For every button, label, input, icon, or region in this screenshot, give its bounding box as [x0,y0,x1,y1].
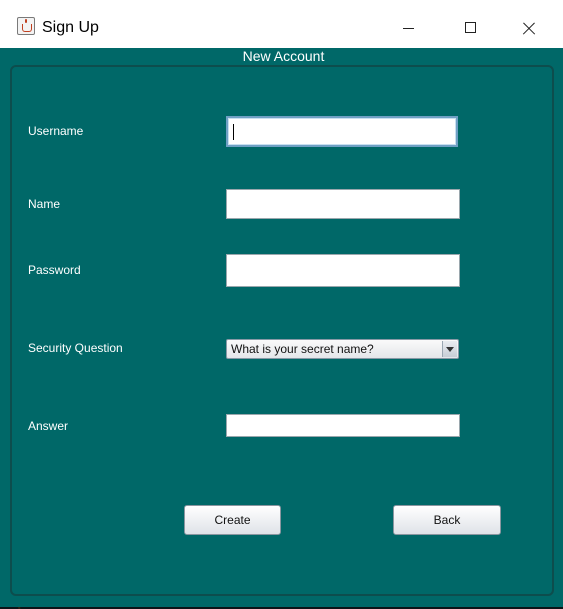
username-label: Username [28,124,84,138]
security-question-label: Security Question [28,341,123,355]
username-field[interactable] [226,116,458,147]
minimize-button[interactable] [378,0,424,48]
title-bar: Sign Up [0,0,563,48]
create-button[interactable]: Create [184,505,281,535]
window-title: Sign Up [42,19,99,36]
password-label: Password [28,263,81,277]
maximize-button[interactable] [446,0,492,48]
answer-field[interactable] [226,414,460,437]
security-question-dropdown[interactable]: What is your secret name? [226,339,459,359]
signup-window: Sign Up New Account Username Name Passwo… [0,0,563,607]
name-label: Name [28,197,61,211]
java-cup-icon [17,17,35,35]
text-caret [233,124,234,140]
panel-title: New Account [242,48,325,64]
close-button[interactable] [506,0,552,48]
security-question-selected: What is your secret name? [231,342,374,356]
chevron-down-icon[interactable] [442,341,457,357]
answer-label: Answer [28,419,69,433]
password-field[interactable] [226,254,460,287]
name-field[interactable] [226,189,460,219]
back-button[interactable]: Back [393,505,501,535]
